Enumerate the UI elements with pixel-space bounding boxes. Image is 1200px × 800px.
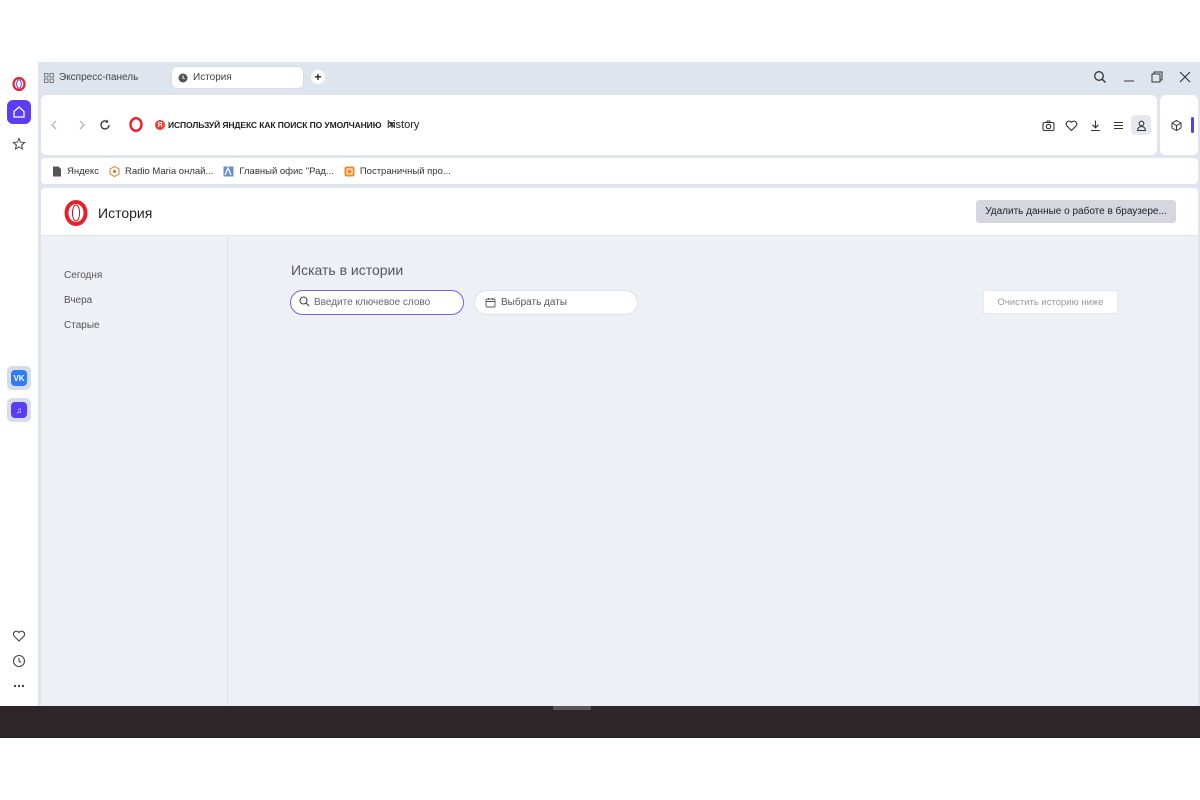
- page-header: История Удалить данные о работе в браузе…: [41, 188, 1198, 236]
- opera-logo-icon: [64, 200, 88, 231]
- bookmark-label: Постраничный про...: [359, 165, 451, 177]
- browser-window: VK ♫ Экспресс-панель История + Я ИСПОЛЬЗ…: [0, 62, 1200, 738]
- clock-icon[interactable]: [7, 649, 31, 673]
- nav-today[interactable]: Сегодня: [64, 270, 102, 281]
- grid-icon: [44, 72, 54, 83]
- home-icon[interactable]: [7, 100, 31, 124]
- bookmark-label: Radio Maria онлай...: [124, 165, 214, 177]
- file-icon: [51, 166, 62, 177]
- bookmark-radio-maria[interactable]: Radio Maria онлай...: [109, 165, 214, 177]
- tab-express-panel[interactable]: Экспресс-панель: [38, 67, 168, 88]
- heart-icon[interactable]: [7, 624, 31, 648]
- date-picker[interactable]: Выбрать даты: [474, 290, 638, 315]
- opera-logo-icon[interactable]: [129, 116, 143, 137]
- panel-indicator: [1191, 117, 1194, 133]
- history-page: История Удалить данные о работе в браузе…: [41, 188, 1198, 706]
- taskbar: [0, 706, 1200, 738]
- new-tab-button[interactable]: +: [311, 70, 325, 84]
- bookmarks-bar: Яндекс Radio Maria онлай... Главный офис…: [41, 158, 1198, 184]
- back-icon[interactable]: [46, 117, 62, 133]
- reload-icon[interactable]: [97, 117, 113, 133]
- player-label: ♫: [11, 402, 27, 418]
- address-bar: Я ИСПОЛЬЗУЙ ЯНДЕКС КАК ПОИСК ПО УМОЛЧАНИ…: [41, 95, 1157, 155]
- player-icon[interactable]: ♫: [7, 398, 31, 422]
- more-icon[interactable]: [7, 674, 31, 698]
- opera-sidebar: VK ♫: [0, 62, 38, 706]
- page-title: История: [98, 205, 153, 221]
- yandex-promo[interactable]: Я ИСПОЛЬЗУЙ ЯНДЕКС КАК ПОИСК ПО УМОЛЧАНИ…: [155, 119, 395, 131]
- clock-icon: [178, 73, 188, 83]
- reader-icon: [344, 166, 355, 177]
- bookmark-yandex[interactable]: Яндекс: [51, 166, 99, 177]
- close-icon[interactable]: [1177, 69, 1193, 85]
- search-heading: Искать в истории: [291, 262, 404, 278]
- resize-handle[interactable]: [553, 706, 591, 710]
- search-input[interactable]: [314, 297, 454, 308]
- search-tabs-icon[interactable]: [1092, 69, 1108, 85]
- download-icon[interactable]: [1087, 117, 1103, 133]
- bookmark-main-office[interactable]: Главный офис "Рад...: [223, 165, 334, 177]
- cube-icon[interactable]: [1168, 117, 1184, 133]
- restore-icon[interactable]: [1149, 69, 1165, 85]
- office-icon: [223, 165, 234, 177]
- nav-older[interactable]: Старые: [64, 320, 100, 331]
- date-picker-label: Выбрать даты: [501, 297, 568, 308]
- search-icon: [299, 294, 310, 312]
- opera-logo-icon[interactable]: [7, 72, 31, 96]
- bookmark-label: Яндекс: [67, 165, 99, 177]
- menu-icon[interactable]: [1110, 117, 1126, 133]
- tab-label: История: [193, 72, 232, 83]
- yandex-icon: Я: [155, 120, 165, 130]
- url-field[interactable]: history: [387, 119, 419, 131]
- tab-label: Экспресс-панель: [59, 72, 139, 83]
- bookmark-label: Главный офис "Рад...: [239, 165, 334, 177]
- heart-icon[interactable]: [1063, 117, 1079, 133]
- calendar-icon: [485, 297, 496, 308]
- camera-icon[interactable]: [1040, 117, 1056, 133]
- nav-yesterday[interactable]: Вчера: [64, 295, 92, 306]
- promo-text: ИСПОЛЬЗУЙ ЯНДЕКС КАК ПОИСК ПО УМОЛЧАНИЮ: [168, 120, 382, 130]
- star-icon[interactable]: [7, 132, 31, 156]
- tab-history[interactable]: История: [172, 67, 303, 88]
- clear-browsing-data-button[interactable]: Удалить данные о работе в браузере...: [976, 200, 1176, 223]
- profile-icon[interactable]: [1131, 115, 1151, 135]
- clear-history-button[interactable]: Очистить историю ниже: [983, 290, 1118, 314]
- vk-label: VK: [11, 370, 27, 386]
- minimize-icon[interactable]: [1121, 69, 1137, 85]
- vk-icon[interactable]: VK: [7, 366, 31, 390]
- tab-strip: Экспресс-панель История +: [38, 62, 1200, 94]
- extensions-panel: [1160, 95, 1198, 155]
- history-nav: Сегодня Вчера Старые: [41, 237, 228, 706]
- bookmark-reader[interactable]: Постраничный про...: [344, 166, 451, 177]
- radio-maria-icon: [109, 165, 120, 177]
- search-field[interactable]: [290, 290, 464, 315]
- forward-icon[interactable]: [74, 117, 90, 133]
